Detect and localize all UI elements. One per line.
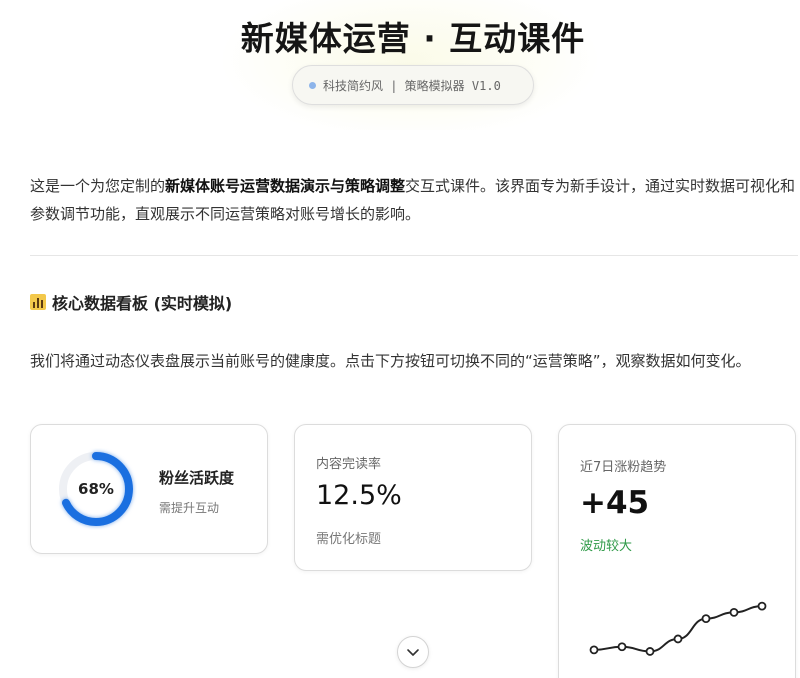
trend-point — [757, 601, 767, 611]
trend-point — [589, 645, 599, 655]
chevron-down-icon — [407, 649, 419, 656]
trend-point — [729, 607, 739, 617]
intro-paragraph: 这是一个为您定制的新媒体账号运营数据演示与策略调整交互式课件。该界面专为新手设计… — [30, 172, 800, 228]
follower-trend-status: 波动较大 — [580, 539, 633, 554]
fans-activity-label: 粉丝活跃度 — [159, 469, 235, 487]
version-badge-text: 科技简约风 | 策略模拟器 V1.0 — [323, 78, 501, 93]
trend-point — [645, 647, 655, 656]
intro-highlight: 新媒体账号运营数据演示与策略调整 — [165, 177, 406, 195]
section-heading: 核心数据看板 (实时模拟) — [30, 291, 232, 313]
fans-activity-card: 68% 粉丝活跃度 需提升互动 — [30, 424, 268, 554]
section-description: 我们将通过动态仪表盘展示当前账号的健康度。点击下方按钮可切换不同的“运营策略”，… — [30, 352, 751, 370]
intro-text-1: 这是一个为您定制的 — [30, 177, 166, 195]
completion-rate-card: 内容完读率 12.5% 需优化标题 — [294, 424, 532, 571]
section-heading-text: 核心数据看板 (实时模拟) — [52, 294, 233, 313]
follower-trend-card: 近7日涨粉趋势 +45 波动较大 — [558, 424, 796, 678]
fans-activity-status: 需提升互动 — [159, 501, 220, 515]
completion-rate-label: 内容完读率 — [316, 457, 382, 472]
completion-rate-status: 需优化标题 — [316, 532, 382, 547]
trend-point — [617, 642, 627, 652]
bar-chart-icon — [30, 294, 46, 310]
status-dot-icon — [309, 81, 316, 89]
trend-point — [673, 634, 683, 644]
trend-sparkline — [589, 601, 767, 656]
follower-trend-label: 近7日涨粉趋势 — [580, 460, 667, 475]
completion-rate-value: 12.5% — [316, 480, 402, 511]
trend-point — [701, 614, 711, 624]
scroll-down-button[interactable] — [397, 636, 429, 668]
page-title: 新媒体运营 · 互动课件 — [240, 19, 586, 58]
section-divider — [30, 255, 798, 256]
follower-trend-value: +45 — [580, 485, 650, 521]
gauge-percent: 68% — [78, 480, 114, 498]
hero-banner: 新媒体运营 · 互动课件 科技简约风 | 策略模拟器 V1.0 — [0, 0, 800, 130]
version-badge: 科技简约风 | 策略模拟器 V1.0 — [292, 65, 534, 105]
